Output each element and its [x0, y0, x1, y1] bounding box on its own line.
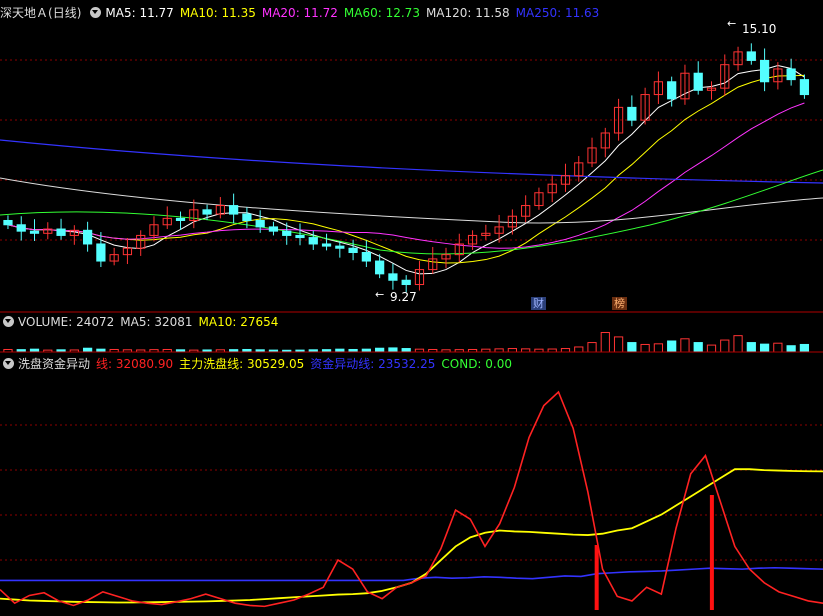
volume-legend: VOLUME: 24072 MA5: 32081 MA10: 27654 [0, 313, 290, 331]
candle-body-52 [693, 72, 703, 91]
main-indicator-1: MA10: 11.35 [179, 6, 256, 20]
volume-bar-6 [82, 347, 93, 353]
candle-body-59 [786, 68, 796, 81]
indicator-value-0: 线: 32080.90 [96, 357, 174, 371]
candle-body-22 [295, 234, 305, 239]
volume-bar-38 [507, 348, 517, 353]
candle-body-15 [202, 209, 212, 215]
volume-bar-50 [667, 340, 677, 353]
main-menu-icon[interactable] [90, 7, 102, 18]
low-price-label: 9.27 [390, 290, 417, 304]
volume-bar-46 [613, 336, 624, 353]
ma-line-60 [0, 169, 823, 255]
candle-body-57 [759, 59, 770, 83]
high-price-label: 15.10 [742, 22, 776, 36]
candle-body-6 [82, 229, 93, 245]
candle-body-60 [799, 79, 810, 96]
volume-bar-29 [388, 347, 398, 353]
volume-indicator-0: VOLUME: 24072 [18, 315, 115, 329]
period-label: (日线) [48, 6, 82, 20]
indicator-value-2: 资金异动线: 23532.25 [310, 357, 436, 371]
candle-body-1 [16, 224, 26, 232]
volume-bar-28 [375, 347, 385, 353]
volume-bar-51 [680, 338, 690, 353]
volume-bars [3, 332, 810, 353]
volume-bar-47 [627, 342, 637, 353]
candle-body-4 [56, 228, 66, 236]
volume-bar-58 [773, 342, 783, 353]
volume-bar-53 [706, 344, 717, 353]
signal-bar-1 [709, 495, 714, 610]
main-indicator-2: MA20: 11.72 [261, 6, 338, 20]
volume-indicator-1: MA5: 32081 [120, 315, 193, 329]
candle-body-56 [746, 51, 756, 61]
main-legend: 深天地Ａ(日线) MA5: 11.77 MA10: 11.35 MA20: 11.72… [0, 4, 611, 22]
candle-body-17 [229, 205, 239, 215]
candle-body-7 [96, 243, 106, 262]
candle-body-18 [242, 213, 252, 221]
volume-bar-60 [799, 343, 810, 353]
fund-anomaly-line [0, 566, 823, 582]
candle-body-29 [388, 273, 398, 281]
low-arrow: ← [375, 288, 384, 301]
volume-bar-44 [587, 342, 597, 353]
candle-body-23 [308, 237, 318, 245]
candle-body-13 [175, 217, 186, 221]
volume-bar-52 [693, 342, 703, 353]
volume-bar-30 [401, 348, 411, 353]
volume-bar-42 [560, 348, 571, 353]
candle-body-27 [361, 252, 371, 262]
red-line [0, 390, 823, 608]
moving-average-lines [0, 65, 823, 275]
candlesticks [3, 43, 810, 293]
indicator-legend: 洗盘资金异动 线: 32080.90 主力洗盘线: 30529.05 资金异动线: 2… [0, 355, 524, 373]
main-indicator-5: MA250: 11.63 [515, 6, 600, 20]
candle-body-19 [255, 219, 265, 228]
volume-bar-59 [786, 345, 796, 353]
ma-line-20 [7, 102, 805, 249]
ma-line-120 [0, 177, 823, 224]
candle-body-50 [667, 81, 677, 100]
ranking-badge[interactable]: 榜 [612, 297, 627, 310]
volume-bar-43 [574, 346, 584, 353]
volume-bar-54 [720, 339, 730, 353]
candle-body-47 [627, 106, 637, 121]
volume-menu-icon[interactable] [3, 316, 14, 327]
indicator-value-3: COND: 0.00 [441, 357, 513, 371]
high-arrow: ← [727, 17, 736, 30]
main-indicator-3: MA60: 12.73 [343, 6, 420, 20]
candle-body-28 [375, 260, 385, 275]
main-indicator-0: MA5: 11.77 [105, 6, 174, 20]
candle-body-24 [321, 243, 332, 247]
ma-line-250 [0, 139, 823, 184]
volume-bar-45 [600, 332, 610, 353]
volume-bar-57 [759, 343, 770, 353]
financial-badge[interactable]: 财 [531, 297, 546, 310]
indicator-title: 洗盘资金异动 [18, 357, 91, 371]
volume-bar-48 [640, 343, 650, 353]
signal-bars [594, 495, 714, 610]
candle-body-0 [3, 219, 13, 226]
candle-body-2 [29, 230, 40, 234]
volume-bar-56 [746, 342, 756, 353]
indicator-value-1: 主力洗盘线: 30529.05 [179, 357, 305, 371]
stock-chart-stage[interactable]: 15.10 ← 9.27 ← [0, 0, 823, 616]
volume-bar-55 [733, 335, 743, 353]
stock-name: 深天地Ａ [0, 6, 49, 20]
indicator-menu-icon[interactable] [3, 358, 14, 369]
main-indicator-4: MA120: 11.58 [425, 6, 510, 20]
candle-body-30 [401, 279, 411, 286]
volume-indicator-2: MA10: 27654 [198, 315, 279, 329]
candle-body-20 [268, 226, 279, 232]
grid-lines [0, 59, 823, 561]
volume-bar-49 [653, 343, 664, 353]
indicator-lines [0, 390, 823, 608]
candle-body-25 [335, 245, 345, 249]
signal-bar-0 [594, 545, 599, 610]
candle-body-26 [348, 247, 358, 254]
candle-body-21 [282, 230, 292, 236]
